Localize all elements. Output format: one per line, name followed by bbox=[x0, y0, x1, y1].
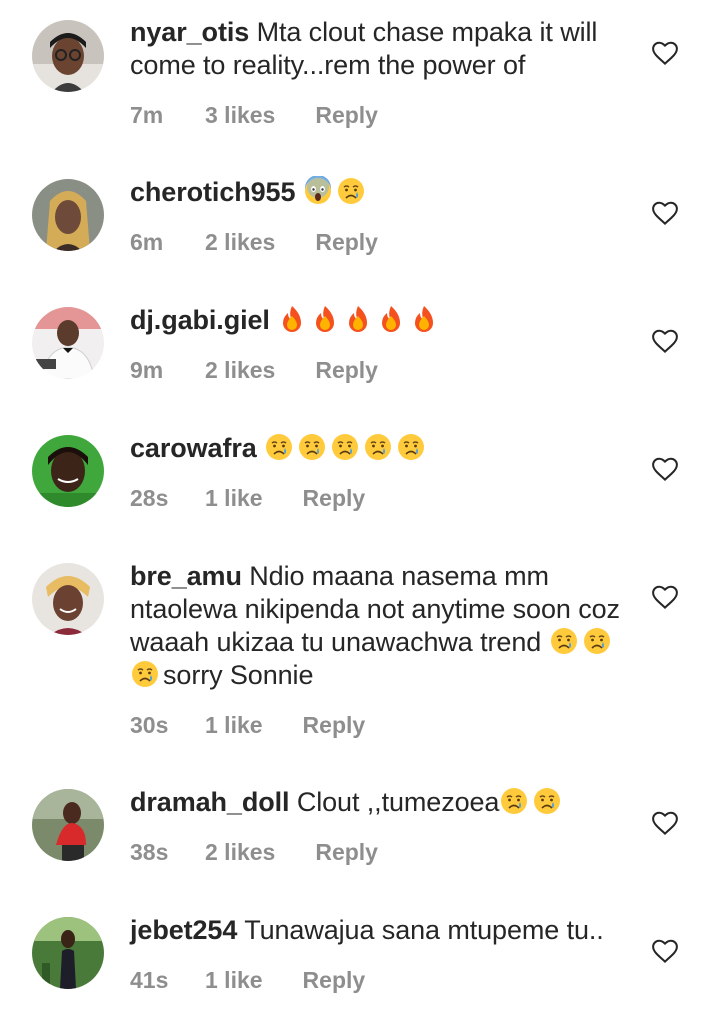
like-heart-icon[interactable] bbox=[650, 38, 680, 68]
like-heart-icon[interactable] bbox=[650, 326, 680, 356]
avatar-woman-red-icon bbox=[32, 789, 104, 861]
reply-button[interactable]: Reply bbox=[303, 967, 366, 994]
like-heart-icon[interactable] bbox=[650, 198, 680, 228]
comment-likes-count[interactable]: 2 likes bbox=[205, 357, 275, 384]
comment-username[interactable]: nyar_otis bbox=[130, 17, 249, 47]
comment-text: nyar_otis Mta clout chase mpaka it will … bbox=[130, 16, 635, 82]
comment-likes-count[interactable]: 3 likes bbox=[205, 102, 275, 129]
comment-username[interactable]: dramah_doll bbox=[130, 787, 290, 817]
comment-body: bre_amu Ndio maana nasema mm ntaolewa ni… bbox=[130, 560, 635, 740]
avatar-woman-smile-icon bbox=[32, 563, 104, 635]
crying-face-icon bbox=[330, 432, 360, 462]
avatar[interactable] bbox=[32, 917, 104, 989]
like-heart-icon[interactable] bbox=[650, 582, 680, 612]
fire-icon bbox=[376, 304, 406, 334]
crying-face-icon bbox=[264, 432, 294, 462]
comment-message-tail: sorry Sonnie bbox=[163, 660, 314, 690]
comment-timestamp: 28s bbox=[130, 484, 169, 511]
comment-meta: 38s 2 likes Reply bbox=[130, 837, 635, 867]
comment-meta: 28s 1 like Reply bbox=[130, 483, 635, 513]
like-heart-icon[interactable] bbox=[650, 808, 680, 838]
comment-timestamp: 30s bbox=[130, 711, 169, 738]
comment-meta: 41s 1 like Reply bbox=[130, 965, 635, 995]
crying-face-icon bbox=[396, 432, 426, 462]
comment-username[interactable]: dj.gabi.giel bbox=[130, 305, 270, 335]
comment-text: cherotich955 bbox=[130, 176, 635, 209]
avatar[interactable] bbox=[32, 307, 104, 379]
comment-meta: 7m 3 likes Reply bbox=[130, 100, 635, 130]
reply-button[interactable]: Reply bbox=[303, 712, 366, 739]
comment-text: carowafra bbox=[130, 432, 635, 465]
avatar[interactable] bbox=[32, 20, 104, 92]
comment-message: Clout ,,tumezoea bbox=[296, 787, 500, 817]
avatar-man-suit-icon bbox=[32, 307, 104, 379]
comment-username[interactable]: carowafra bbox=[130, 433, 257, 463]
crying-face-icon bbox=[532, 786, 562, 816]
comment-list: nyar_otis Mta clout chase mpaka it will … bbox=[0, 0, 720, 1016]
avatar[interactable] bbox=[32, 789, 104, 861]
avatar[interactable] bbox=[32, 435, 104, 507]
like-heart-icon[interactable] bbox=[650, 454, 680, 484]
crying-face-icon bbox=[549, 626, 579, 656]
comment-body: nyar_otis Mta clout chase mpaka it will … bbox=[130, 16, 635, 130]
avatar-woman-braids-icon bbox=[32, 179, 104, 251]
comment-body: carowafra 28s 1 like Reply bbox=[130, 432, 635, 513]
comment-username[interactable]: bre_amu bbox=[130, 561, 242, 591]
fire-icon bbox=[277, 304, 307, 334]
comment-text: dj.gabi.giel bbox=[130, 304, 635, 337]
fire-icon bbox=[343, 304, 373, 334]
crying-face-icon bbox=[336, 176, 366, 206]
comment-timestamp: 38s bbox=[130, 838, 169, 865]
comment-meta: 30s 1 like Reply bbox=[130, 710, 635, 740]
reply-button[interactable]: Reply bbox=[315, 229, 378, 256]
crying-face-icon bbox=[363, 432, 393, 462]
comment-username[interactable]: cherotich955 bbox=[130, 177, 295, 207]
reply-button[interactable]: Reply bbox=[315, 839, 378, 866]
comment-likes-count[interactable]: 2 likes bbox=[205, 229, 275, 256]
avatar-woman-green-icon bbox=[32, 435, 104, 507]
comment-text: dramah_doll Clout ,,tumezoea bbox=[130, 786, 635, 819]
comment-body: jebet254 Tunawajua sana mtupeme tu.. 41s… bbox=[130, 914, 635, 995]
face-screaming-in-fear-icon bbox=[303, 176, 333, 206]
comment-timestamp: 6m bbox=[130, 228, 164, 255]
comment-body: dj.gabi.giel 9m 2 likes Reply bbox=[130, 304, 635, 385]
crying-face-icon bbox=[582, 626, 612, 656]
avatar-woman-outdoor-icon bbox=[32, 917, 104, 989]
comment-meta: 6m 2 likes Reply bbox=[130, 227, 635, 257]
comment-text: bre_amu Ndio maana nasema mm ntaolewa ni… bbox=[130, 560, 635, 692]
reply-button[interactable]: Reply bbox=[315, 357, 378, 384]
like-heart-icon[interactable] bbox=[650, 936, 680, 966]
fire-icon bbox=[409, 304, 439, 334]
avatar-woman-glasses-icon bbox=[32, 20, 104, 92]
crying-face-icon bbox=[130, 659, 160, 689]
avatar[interactable] bbox=[32, 179, 104, 251]
comment-meta: 9m 2 likes Reply bbox=[130, 355, 635, 385]
comment-message: Tunawajua sana mtupeme tu.. bbox=[244, 915, 604, 945]
comment-timestamp: 7m bbox=[130, 101, 164, 128]
crying-face-icon bbox=[499, 786, 529, 816]
comment-likes-count[interactable]: 2 likes bbox=[205, 839, 275, 866]
comment-timestamp: 9m bbox=[130, 356, 164, 383]
comment-body: dramah_doll Clout ,,tumezoea 38s 2 likes… bbox=[130, 786, 635, 867]
crying-face-icon bbox=[297, 432, 327, 462]
comment-text: jebet254 Tunawajua sana mtupeme tu.. bbox=[130, 914, 635, 947]
comment-timestamp: 41s bbox=[130, 966, 169, 993]
comment-likes-count[interactable]: 1 like bbox=[205, 485, 263, 512]
comment-likes-count[interactable]: 1 like bbox=[205, 712, 263, 739]
reply-button[interactable]: Reply bbox=[315, 102, 378, 129]
comment-likes-count[interactable]: 1 like bbox=[205, 967, 263, 994]
fire-icon bbox=[310, 304, 340, 334]
comment-body: cherotich955 6m 2 likes Reply bbox=[130, 176, 635, 257]
comment-username[interactable]: jebet254 bbox=[130, 915, 237, 945]
reply-button[interactable]: Reply bbox=[303, 485, 366, 512]
avatar[interactable] bbox=[32, 563, 104, 635]
